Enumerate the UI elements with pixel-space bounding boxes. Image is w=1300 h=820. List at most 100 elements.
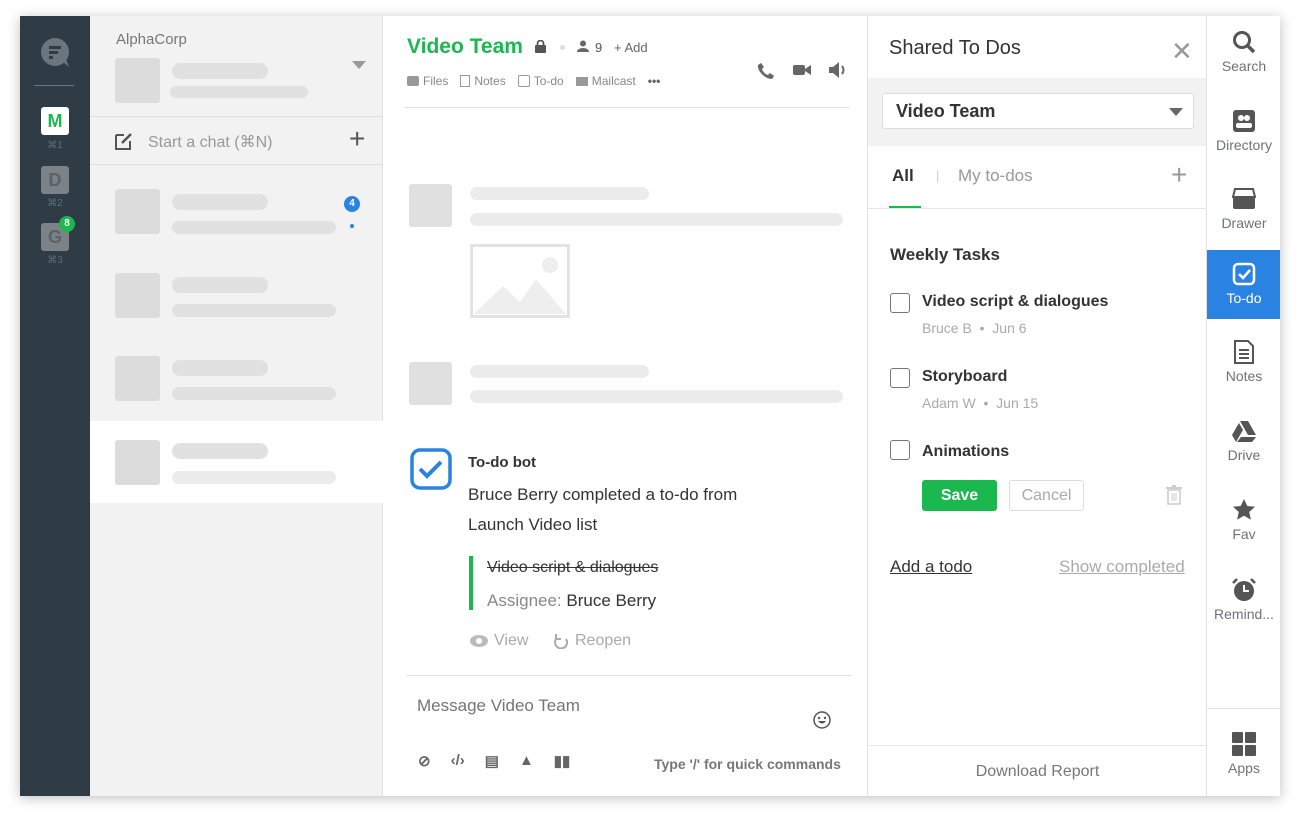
rail-reminders[interactable]: Remind... (1207, 572, 1280, 640)
tab-all[interactable]: All (892, 166, 914, 186)
star-icon (1233, 499, 1255, 520)
start-chat-button[interactable]: Start a chat (⌘N) + (90, 116, 383, 165)
reopen-button[interactable]: Reopen (553, 632, 631, 650)
code-icon[interactable]: ‹/› (451, 752, 465, 770)
compose-icon (115, 133, 132, 150)
rail-fav[interactable]: Fav (1207, 492, 1280, 560)
view-label: View (494, 632, 529, 649)
assignee-label: Assignee: (487, 591, 562, 610)
chat-list-item-active[interactable] (90, 421, 383, 503)
trash-icon[interactable] (1165, 485, 1183, 505)
member-count[interactable]: 9 (595, 40, 602, 55)
poll-icon[interactable]: ▮▮ (554, 752, 571, 770)
notes-icon[interactable]: ▤ (485, 752, 499, 770)
avatar (409, 184, 452, 227)
select-container: Video Team (868, 78, 1207, 146)
quote-bar (469, 556, 473, 610)
tab-todo[interactable]: To-do (517, 74, 564, 88)
list-select[interactable]: Video Team (882, 93, 1194, 129)
tab-label: Files (423, 74, 449, 88)
message-input[interactable] (417, 694, 797, 718)
eye-icon (470, 635, 488, 647)
workspace-shortcut: ⌘3 (47, 255, 63, 266)
apps-grid-icon (1232, 732, 1256, 756)
add-member-button[interactable]: + Add (614, 40, 648, 55)
start-chat-label: Start a chat (⌘N) (148, 134, 273, 151)
tab-notes[interactable]: Notes (460, 74, 506, 88)
phone-icon[interactable] (757, 61, 775, 79)
rail-label: Apps (1228, 760, 1260, 776)
rail-drive[interactable]: Drive (1207, 413, 1280, 481)
todo-icon (1232, 262, 1256, 286)
workspace-m[interactable]: M (41, 107, 69, 135)
cancel-button[interactable]: Cancel (1009, 480, 1084, 511)
rail-search[interactable]: Search (1207, 24, 1280, 92)
placeholder (470, 213, 843, 226)
drive-icon[interactable]: ▲ (519, 752, 534, 770)
rail-label: Remind... (1214, 606, 1274, 622)
placeholder (470, 365, 649, 378)
download-report-button[interactable]: Download Report (868, 745, 1207, 796)
drive-icon (1232, 421, 1256, 442)
assignee-name: Bruce Berry (566, 591, 657, 610)
todo-checkbox[interactable] (890, 293, 910, 313)
todo-meta: Adam W • Jun 15 (922, 395, 1039, 411)
todo-checkbox[interactable] (890, 368, 910, 388)
tab-separator: | (936, 168, 940, 183)
placeholder (170, 86, 308, 98)
placeholder (172, 63, 268, 79)
shared-todos-panel: Shared To Dos ✕ Video Team All | My to-d… (867, 16, 1207, 796)
rail-apps[interactable]: Apps (1207, 726, 1280, 794)
divider (1207, 708, 1280, 709)
attach-icon[interactable]: ⊘ (418, 752, 431, 770)
rail-drawer[interactable]: Drawer (1207, 181, 1280, 249)
speaker-icon[interactable] (829, 62, 847, 78)
todo-meta: Bruce B • Jun 6 (922, 320, 1027, 336)
workspace-d[interactable]: D (41, 166, 69, 194)
todo-title-editing[interactable]: Animations (922, 443, 1009, 461)
todo-title[interactable]: Storyboard (922, 368, 1007, 386)
plus-icon[interactable]: + (349, 123, 365, 155)
tab-label: To-do (533, 74, 564, 88)
rail-label: Search (1221, 58, 1267, 74)
rail-todo-active[interactable]: To-do (1207, 250, 1280, 319)
bot-message-line: Bruce Berry completed a to-do from (468, 485, 738, 504)
close-icon[interactable]: ✕ (1171, 38, 1193, 64)
app-logo-icon (41, 38, 69, 67)
bot-name: To-do bot (468, 454, 537, 471)
workspace-shortcut: ⌘1 (47, 140, 63, 151)
tab-label: Mailcast (591, 74, 636, 88)
unread-badge: 4 (344, 196, 360, 212)
mail-icon (575, 76, 588, 86)
tab-my-todos[interactable]: My to-dos (958, 166, 1033, 186)
rail-label: Drawer (1221, 215, 1267, 231)
quick-commands-hint: Type '/' for quick commands (654, 756, 841, 772)
add-todo-link[interactable]: Add a todo (890, 557, 972, 577)
todo-title[interactable]: Video script & dialogues (922, 293, 1108, 311)
workspace-shortcut: ⌘2 (47, 198, 63, 209)
members-icon (577, 40, 589, 52)
divider (406, 675, 851, 676)
tab-files[interactable]: Files (407, 74, 448, 88)
rail-label: Fav (1232, 526, 1256, 542)
video-icon[interactable] (793, 63, 811, 77)
channel-title: Video Team (407, 35, 523, 58)
separator-dot (560, 45, 565, 50)
rail-notes[interactable]: Notes (1207, 334, 1280, 402)
section-title: Weekly Tasks (890, 245, 1000, 264)
view-button[interactable]: View (470, 632, 528, 650)
todo-checkbox[interactable] (890, 440, 910, 460)
emoji-icon[interactable] (813, 711, 831, 729)
more-icon[interactable]: ••• (648, 74, 661, 88)
add-todo-plus-icon[interactable]: + (1171, 159, 1187, 191)
tab-mailcast[interactable]: Mailcast (575, 74, 636, 88)
avatar (409, 362, 452, 405)
show-completed-link[interactable]: Show completed (1059, 557, 1185, 577)
save-button[interactable]: Save (922, 480, 997, 511)
directory-icon (1233, 110, 1255, 132)
todo-date: Jun 6 (992, 320, 1027, 336)
rail-directory[interactable]: Directory (1207, 103, 1280, 171)
avatar (115, 58, 160, 103)
todo-bot-avatar-icon (410, 448, 452, 490)
org-dropdown-icon[interactable] (352, 61, 366, 69)
